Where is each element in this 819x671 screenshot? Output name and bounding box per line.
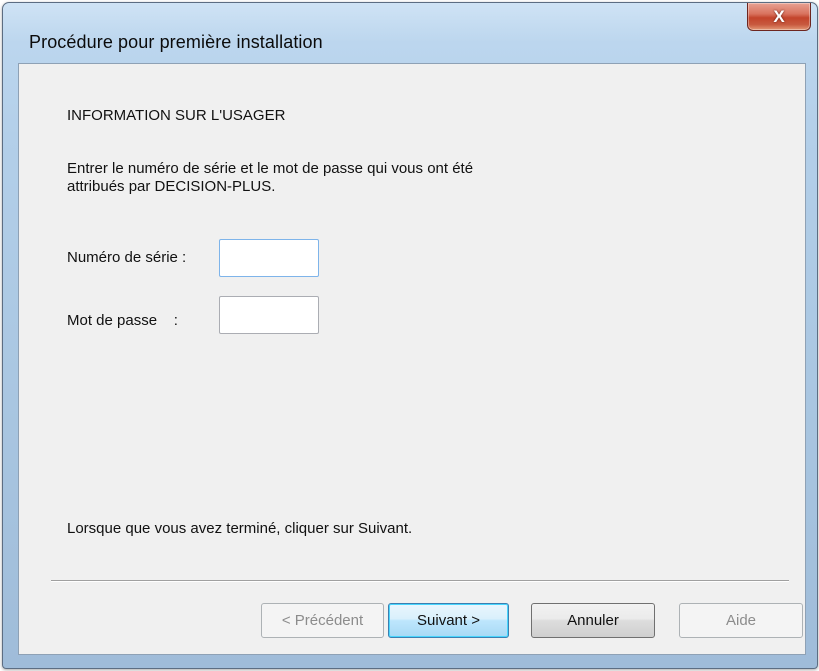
close-button[interactable]: X (747, 3, 811, 31)
dialog-body: INFORMATION SUR L'USAGER Entrer le numér… (18, 63, 806, 655)
serial-number-label: Numéro de série : (67, 249, 187, 266)
window-title: Procédure pour première installation (29, 32, 323, 52)
help-button[interactable]: Aide (679, 603, 803, 638)
completion-message: Lorsque que vous avez terminé, cliquer s… (67, 520, 413, 537)
footer-divider (51, 580, 789, 582)
instructions-line-2: attribués par DECISION-PLUS. (67, 178, 276, 195)
installation-dialog: Procédure pour première installation X I… (2, 2, 818, 669)
instructions-line-1: Entrer le numéro de série et le mot de p… (67, 160, 474, 177)
serial-number-input[interactable] (219, 239, 319, 277)
instructions-text: Entrer le numéro de série et le mot de p… (67, 160, 627, 196)
close-icon: X (773, 6, 785, 26)
title-bar[interactable]: Procédure pour première installation X (3, 3, 817, 63)
password-label: Mot de passe : (67, 312, 178, 329)
previous-button[interactable]: < Précédent (261, 603, 384, 638)
cancel-button[interactable]: Annuler (531, 603, 655, 638)
next-button[interactable]: Suivant > (388, 603, 509, 638)
password-input[interactable] (219, 296, 319, 334)
section-heading: INFORMATION SUR L'USAGER (67, 107, 286, 124)
